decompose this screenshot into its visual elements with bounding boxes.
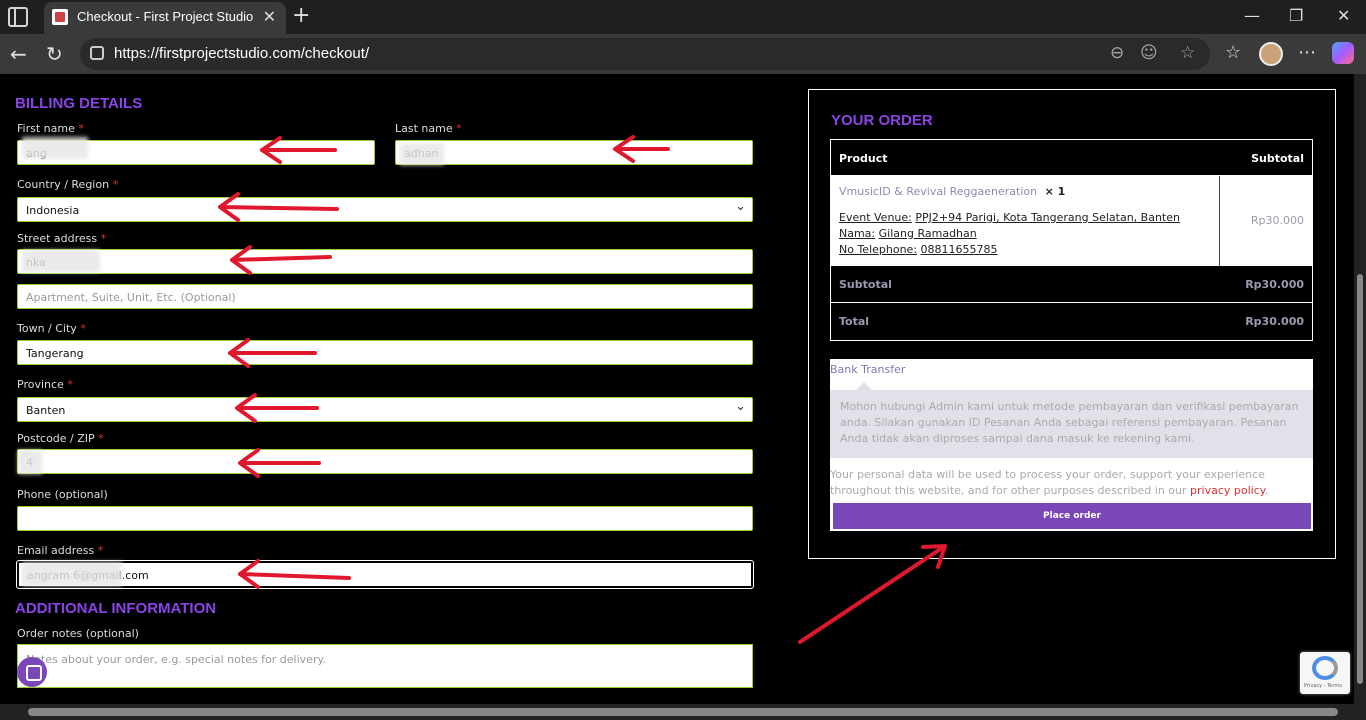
- arrow-icon: [235, 393, 319, 423]
- arrow-icon: [218, 192, 339, 222]
- arrow-icon: [260, 136, 337, 164]
- chat-icon[interactable]: [17, 657, 47, 687]
- arrow-icon: [798, 544, 947, 644]
- recaptcha-badge[interactable]: Privacy - Terms: [1300, 652, 1350, 694]
- arrow-icon: [238, 448, 321, 478]
- arrow-icon: [613, 135, 670, 163]
- recaptcha-icon: [1312, 656, 1338, 680]
- annotation-arrows: [218, 135, 947, 644]
- recaptcha-text: Privacy - Terms: [1304, 683, 1342, 689]
- arrow-icon: [230, 245, 332, 275]
- arrow-icon: [228, 338, 317, 368]
- arrow-icon: [238, 559, 351, 589]
